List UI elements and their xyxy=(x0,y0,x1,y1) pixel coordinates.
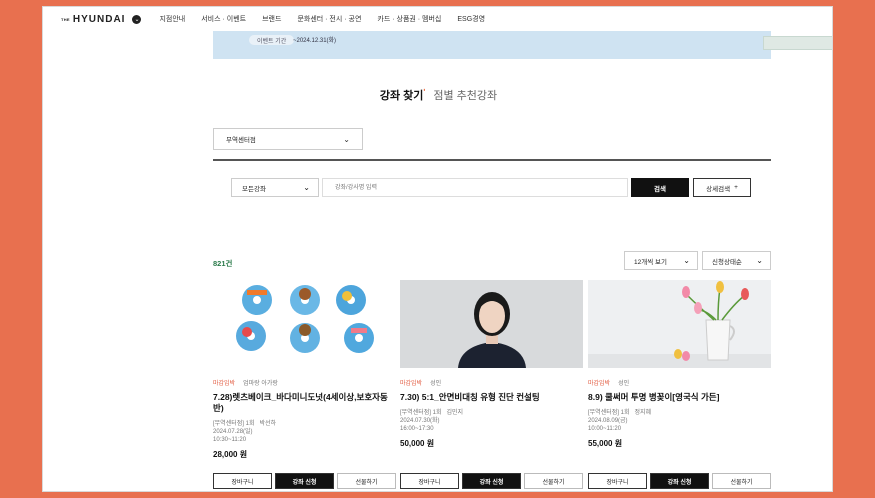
category-select-value: 모든강좌 xyxy=(242,185,266,193)
chevron-down-icon: ⌄ xyxy=(683,256,690,265)
course-time: 10:30~11:20 xyxy=(213,437,247,443)
course-card[interactable]: 마감임박 성인 7.30) 5:1_안면비대칭 유형 진단 컨설팅 [무역센터점… xyxy=(400,280,583,490)
target-badge: 엄마랑 아가랑 xyxy=(243,381,278,387)
card-badges: 마감임박 성인 xyxy=(400,378,583,387)
search-button[interactable]: 검색 xyxy=(631,178,689,197)
course-meta: [무역센터점] 1회 김민지 2024.07.30(화) 16:00~17:30 xyxy=(400,409,583,433)
store-select-value: 무역센터점 xyxy=(226,137,256,144)
course-date: 2024.07.30(화) xyxy=(400,418,440,424)
course-thumbnail-donuts[interactable] xyxy=(213,280,396,368)
course-time: 16:00~17:30 xyxy=(400,426,434,432)
course-store-teacher: [무역센터점] 1회 박선하 xyxy=(213,420,396,428)
category-select[interactable]: 모든강좌 ⌄ xyxy=(231,178,319,197)
course-price: 55,000 원 xyxy=(588,439,623,448)
card-actions: 장바구니 강좌 신청 선물하기 xyxy=(213,473,396,489)
banner-period-label: 이벤트 기간 xyxy=(249,35,295,45)
nav-esg[interactable]: ESG경영 xyxy=(457,14,485,24)
card-actions: 장바구니 강좌 신청 선물하기 xyxy=(588,473,771,489)
tab-active-marker: ʹ xyxy=(423,87,426,97)
course-meta: [무역센터점] 1회 정지혜 2024.08.09(금) 10:00~11:20 xyxy=(588,409,771,433)
section-divider xyxy=(213,159,771,161)
banner-date: ~2024.12.31(화) xyxy=(293,38,337,44)
chevron-down-icon: ⌄ xyxy=(303,183,310,192)
course-tabs: 강좌 찾기ʹ 점별 추천강좌 xyxy=(43,87,832,103)
course-price: 28,000 원 xyxy=(213,450,248,459)
apply-button[interactable]: 강좌 신청 xyxy=(650,473,709,489)
chevron-down-icon: ⌄ xyxy=(756,256,763,265)
logo-the: THE xyxy=(61,16,70,22)
tab-course-search[interactable]: 강좌 찾기ʹ xyxy=(380,87,425,103)
gift-button[interactable]: 선물하기 xyxy=(712,473,771,489)
chevron-down-icon[interactable]: ⌄ xyxy=(132,14,142,24)
card-actions: 장바구니 강좌 신청 선물하기 xyxy=(400,473,583,489)
per-page-select[interactable]: 12개씩 보기 ⌄ xyxy=(624,251,698,270)
tab-course-search-label: 강좌 찾기 xyxy=(379,90,424,102)
nav-culture-center[interactable]: 문화센터 · 전시 · 공연 xyxy=(297,14,361,24)
course-meta: [무역센터점] 1회 박선하 2024.07.28(일) 10:30~11:20 xyxy=(213,420,396,444)
logo-brand: HYUNDAI xyxy=(72,13,126,25)
course-store: [무역센터점] 1회 xyxy=(400,410,442,416)
cart-button[interactable]: 장바구니 xyxy=(213,473,272,489)
course-teacher: 김민지 xyxy=(446,410,464,416)
detail-search-button[interactable]: 상세검색 + xyxy=(693,178,751,197)
event-banner[interactable]: 이벤트 기간 ~2024.12.31(화) xyxy=(213,31,832,59)
deadline-badge: 마감임박 xyxy=(588,381,611,387)
card-badges: 마감임박 엄마랑 아가랑 xyxy=(213,378,396,387)
per-page-value: 12개씩 보기 xyxy=(634,258,667,266)
search-row: 모든강좌 ⌄ 검색 상세검색 + xyxy=(231,178,751,197)
course-teacher: 박선하 xyxy=(259,421,277,427)
tab-recommended[interactable]: 점별 추천강좌 xyxy=(433,87,497,103)
gift-button[interactable]: 선물하기 xyxy=(524,473,583,489)
course-card[interactable]: 마감임박 성인 8.9) 쿨써머 투명 병꽂이[영국식 가든] [무역센터점] … xyxy=(588,280,771,490)
hyundai-logo[interactable]: THE HYUNDAI ⌄ xyxy=(61,13,142,25)
cart-button[interactable]: 장바구니 xyxy=(400,473,459,489)
course-thumbnail-portrait[interactable] xyxy=(400,280,583,368)
nav-service-event[interactable]: 서비스 · 이벤트 xyxy=(201,14,246,24)
course-card[interactable]: 마감임박 엄마랑 아가랑 7.28)렛츠베이크_바다미니도넛(4세이상,보호자동… xyxy=(213,280,396,490)
sort-select[interactable]: 신청상태순 ⌄ xyxy=(702,251,771,270)
page: THE HYUNDAI ⌄ 지점안내 서비스 · 이벤트 브랜드 문화센터 · … xyxy=(42,6,833,492)
course-title[interactable]: 7.30) 5:1_안면비대칭 유형 진단 컨설팅 xyxy=(400,392,583,403)
course-date: 2024.08.09(금) xyxy=(588,418,628,424)
store-select[interactable]: 무역센터점 ⌄ xyxy=(213,128,363,150)
course-store: [무역센터점] 1회 xyxy=(588,410,630,416)
apply-button[interactable]: 강좌 신청 xyxy=(275,473,334,489)
course-store-teacher: [무역센터점] 1회 정지혜 xyxy=(588,409,771,417)
nav-store-info[interactable]: 지점안내 xyxy=(159,14,185,24)
deadline-badge: 마감임박 xyxy=(400,381,423,387)
deadline-badge: 마감임박 xyxy=(213,381,236,387)
target-badge: 성인 xyxy=(430,381,442,387)
result-count: 821건 xyxy=(213,259,233,268)
keyword-input[interactable] xyxy=(322,178,628,197)
target-badge: 성인 xyxy=(618,381,630,387)
course-thumbnail-flowers[interactable] xyxy=(588,280,771,368)
gift-button[interactable]: 선물하기 xyxy=(337,473,396,489)
nav-brand[interactable]: 브랜드 xyxy=(262,14,281,24)
course-store: [무역센터점] 1회 xyxy=(213,421,255,427)
apply-button[interactable]: 강좌 신청 xyxy=(462,473,521,489)
card-badges: 마감임박 성인 xyxy=(588,378,771,387)
cart-button[interactable]: 장바구니 xyxy=(588,473,647,489)
course-price: 50,000 원 xyxy=(400,439,435,448)
detail-search-label: 상세검색 xyxy=(706,185,731,193)
plus-icon: + xyxy=(734,184,738,191)
course-title[interactable]: 8.9) 쿨써머 투명 병꽂이[영국식 가든] xyxy=(588,392,771,403)
sort-value: 신청상태순 xyxy=(712,258,742,266)
course-store-teacher: [무역센터점] 1회 김민지 xyxy=(400,409,583,417)
course-time: 10:00~11:20 xyxy=(588,426,622,432)
nav-card-membership[interactable]: 카드 · 상품권 · 멤버십 xyxy=(377,14,441,24)
top-navigation: THE HYUNDAI ⌄ 지점안내 서비스 · 이벤트 브랜드 문화센터 · … xyxy=(43,7,832,31)
course-date: 2024.07.28(일) xyxy=(213,429,253,435)
banner-illustration xyxy=(763,36,832,50)
chevron-down-icon: ⌄ xyxy=(343,134,350,144)
course-title[interactable]: 7.28)렛츠베이크_바다미니도넛(4세이상,보호자동반) xyxy=(213,392,396,414)
course-teacher: 정지혜 xyxy=(634,410,652,416)
